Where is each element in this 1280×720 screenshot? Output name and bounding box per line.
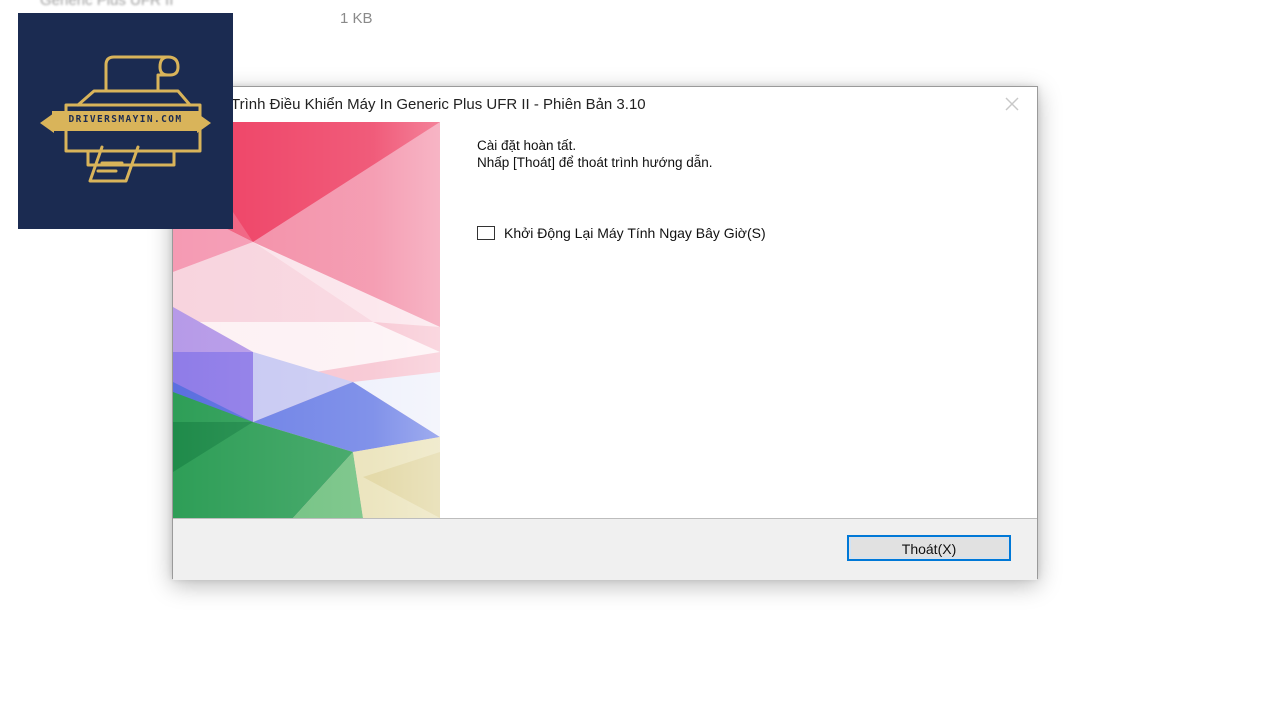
logo-text: DRIVERSMAYIN.COM [68,114,183,125]
dialog-titlebar[interactable]: Trình Điều Khiển Máy In Generic Plus UFR… [173,87,1037,121]
message-line-instructions: Nhấp [Thoát] để thoát trình hướng dẫn. [477,155,713,170]
exit-button[interactable]: Thoát(X) [847,535,1011,561]
close-icon [1005,97,1019,111]
dialog-message: Cài đặt hoàn tất. Nhấp [Thoát] để thoát … [477,137,1017,171]
restart-now-checkbox[interactable] [477,226,495,240]
message-line-complete: Cài đặt hoàn tất. [477,138,577,153]
driversmayin-logo: DRIVERSMAYIN.COM [18,13,233,229]
restart-now-label[interactable]: Khởi Động Lại Máy Tính Ngay Bây Giờ(S) [504,225,766,241]
dialog-title: Trình Điều Khiển Máy In Generic Plus UFR… [231,96,646,113]
dialog-footer: Thoát(X) [173,518,1037,580]
background-file-name: Generic Plus UFR II [40,0,174,9]
background-file-size: 1 KB [340,10,373,27]
restart-now-option[interactable]: Khởi Động Lại Máy Tính Ngay Bây Giờ(S) [477,225,766,241]
close-button[interactable] [1001,93,1023,115]
installer-dialog: Trình Điều Khiển Máy In Generic Plus UFR… [172,86,1038,580]
